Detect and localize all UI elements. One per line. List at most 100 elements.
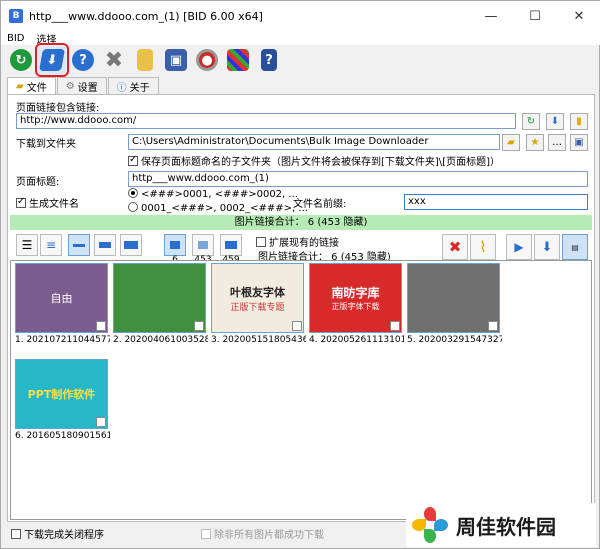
checkbox-icon xyxy=(256,237,266,247)
list-save-icon: ▤ xyxy=(571,242,579,252)
save-subfolder-checkbox[interactable]: 保存页面标题命名的子文件夹（图片文件将会被保存到[下载文件夹]\[页面标题]） xyxy=(128,153,500,168)
checkbox-icon xyxy=(201,529,211,539)
close-after-checkbox[interactable]: 下载完成关闭程序 xyxy=(11,526,104,541)
thumb-large-icon xyxy=(124,241,138,249)
delete-button[interactable]: ✖ xyxy=(442,234,468,260)
app-icon: B xyxy=(9,9,23,23)
download-selected-button[interactable]: ⬇ xyxy=(534,234,560,260)
page-link-input[interactable]: http://www.ddooo.com/ xyxy=(16,113,516,129)
folder-icon xyxy=(137,49,153,71)
page-title-label: 页面标题: xyxy=(16,177,60,188)
thumbnail-1[interactable]: 自由 xyxy=(15,263,108,333)
grid-button[interactable] xyxy=(224,46,252,74)
thumb-small-icon xyxy=(73,243,85,247)
thumbnail-gallery: 自由 1. 2021072110445778... 2. 20200406100… xyxy=(10,260,592,520)
link-badge-icon xyxy=(96,417,106,427)
browse-folder-button[interactable]: ▰ xyxy=(502,134,520,151)
cancel-button[interactable]: ✖ xyxy=(100,46,128,74)
view-details-button[interactable]: ☰ xyxy=(16,234,38,256)
help-book-icon: ? xyxy=(261,49,277,71)
maximize-button[interactable]: ☐ xyxy=(513,1,557,31)
delete-x-icon: ✖ xyxy=(448,238,462,256)
view-thumb-small-button[interactable] xyxy=(68,234,90,256)
save-button[interactable]: ▣ xyxy=(162,46,190,74)
reload-link-button[interactable]: ↻ xyxy=(522,113,540,130)
link-badge-icon xyxy=(292,321,302,331)
save-list-button[interactable]: ▤ xyxy=(562,234,588,260)
tab-file[interactable]: ▰ 文件 xyxy=(7,77,56,94)
question-icon: ? xyxy=(72,49,94,71)
summary-bar: 图片链接合计： 6 (453 隐藏) xyxy=(10,215,592,230)
play-download-button[interactable]: ▶ xyxy=(506,234,532,260)
minimize-button[interactable]: — xyxy=(469,1,513,31)
file-panel: 页面链接包含链接: http://www.ddooo.com/ ↻ ⬇ ▮ 下载… xyxy=(7,94,595,522)
menu-select[interactable]: 选择 xyxy=(31,31,63,46)
floppy-icon: ▣ xyxy=(165,49,187,71)
record-button[interactable]: ● xyxy=(193,46,221,74)
thumbnail-caption: 6. 2016051809015619... xyxy=(15,431,110,441)
logo-text: 周佳软件园 xyxy=(456,514,556,539)
thumbnail-3[interactable]: 叶根友字体正版下载专题 xyxy=(211,263,304,333)
help-button[interactable]: ? xyxy=(69,46,97,74)
image-icon xyxy=(198,241,208,249)
refresh-button[interactable]: ↻ xyxy=(7,46,35,74)
window-title: http___www.ddooo.com_(1) [BID 6.00 x64] xyxy=(29,9,263,23)
thumb-title: 南昉字库 xyxy=(331,286,380,300)
save-folder-button[interactable]: ▣ xyxy=(570,134,588,151)
link-extra-button[interactable]: ▮ xyxy=(570,113,588,130)
thumbnail-4[interactable]: 南昉字库 正版字体下载 xyxy=(309,263,402,333)
filter-all-button[interactable] xyxy=(220,234,242,256)
radio-prefix[interactable]: 0001_<###>, 0002_<###>, ... xyxy=(128,202,308,214)
link-badge-icon xyxy=(390,321,400,331)
image-icon xyxy=(170,241,180,249)
link-badge-icon xyxy=(194,321,204,331)
download-folder-input[interactable]: C:\Users\Administrator\Documents\Bulk Im… xyxy=(128,134,500,150)
thumbnail-2[interactable] xyxy=(113,263,206,333)
folder-button[interactable] xyxy=(131,46,159,74)
view-list-button[interactable]: ≡ xyxy=(40,234,62,256)
tab-settings[interactable]: ⚙ 设置 xyxy=(56,77,107,94)
favorite-folder-button[interactable]: ★ xyxy=(526,134,544,151)
toolbar: ↻ ⬇ ? ✖ ▣ ● ? xyxy=(1,43,600,77)
prefix-input[interactable]: xxx xyxy=(404,194,588,210)
thumbnail-image: PPT制作软件 xyxy=(16,360,107,428)
menu-bid[interactable]: BID xyxy=(1,33,31,44)
thumbnail-6[interactable]: PPT制作软件 xyxy=(15,359,108,429)
thumbnail-caption: 2. 2020040610035285... xyxy=(113,335,208,345)
thumbnail-caption: 5. 2020032915473279... xyxy=(407,335,502,345)
info-icon: ⓘ xyxy=(116,82,127,94)
download-arrow-icon: ⬇ xyxy=(541,239,553,255)
broom-icon: ⌇ xyxy=(479,238,487,256)
gen-filename-checkbox[interactable]: 生成文件名 xyxy=(16,195,79,210)
gear-icon: ⚙ xyxy=(65,80,75,92)
images-icon xyxy=(225,241,237,249)
play-icon: ▶ xyxy=(514,240,524,254)
thumb-subtitle: 正版下载专题 xyxy=(230,302,285,313)
menu-bar: BID 选择 xyxy=(1,31,600,46)
thumbnail-image: 自由 xyxy=(16,264,107,332)
remove-after-checkbox[interactable]: 除非所有图片都成功下载 xyxy=(201,526,324,541)
app-window: B http___www.ddooo.com_(1) [BID 6.00 x64… xyxy=(0,0,600,549)
page-title-input[interactable]: http___www.ddooo.com_(1) xyxy=(128,171,588,187)
expand-links-checkbox[interactable]: 扩展现有的链接 xyxy=(256,234,339,249)
download-button[interactable]: ⬇ xyxy=(35,43,69,77)
checkbox-checked-icon xyxy=(128,154,138,166)
thumbnail-image: 叶根友字体正版下载专题 xyxy=(212,264,303,332)
download-folder-label: 下载到文件夹 xyxy=(16,139,76,150)
thumbnail-5[interactable] xyxy=(407,263,500,333)
list-icon: ☰ xyxy=(21,238,33,252)
clean-button[interactable]: ⌇ xyxy=(470,234,496,260)
thumbnail-image xyxy=(408,264,499,332)
view-thumb-medium-button[interactable] xyxy=(94,234,116,256)
filter-visible-button[interactable] xyxy=(164,234,186,256)
book-help-button[interactable]: ? xyxy=(255,46,283,74)
radio-suffix[interactable]: <###>0001, <###>0002, ... xyxy=(128,188,298,200)
more-folder-button[interactable]: … xyxy=(548,134,566,151)
view-thumb-large-button[interactable] xyxy=(120,234,142,256)
tab-about[interactable]: ⓘ 关于 xyxy=(107,77,159,94)
filter-hidden-button[interactable] xyxy=(192,234,214,256)
thumb-title: 叶根友字体 xyxy=(230,285,285,299)
close-button[interactable]: ✕ xyxy=(557,1,600,31)
download-link-button[interactable]: ⬇ xyxy=(546,113,564,130)
thumbnail-caption: 1. 2021072110445778... xyxy=(15,335,110,345)
